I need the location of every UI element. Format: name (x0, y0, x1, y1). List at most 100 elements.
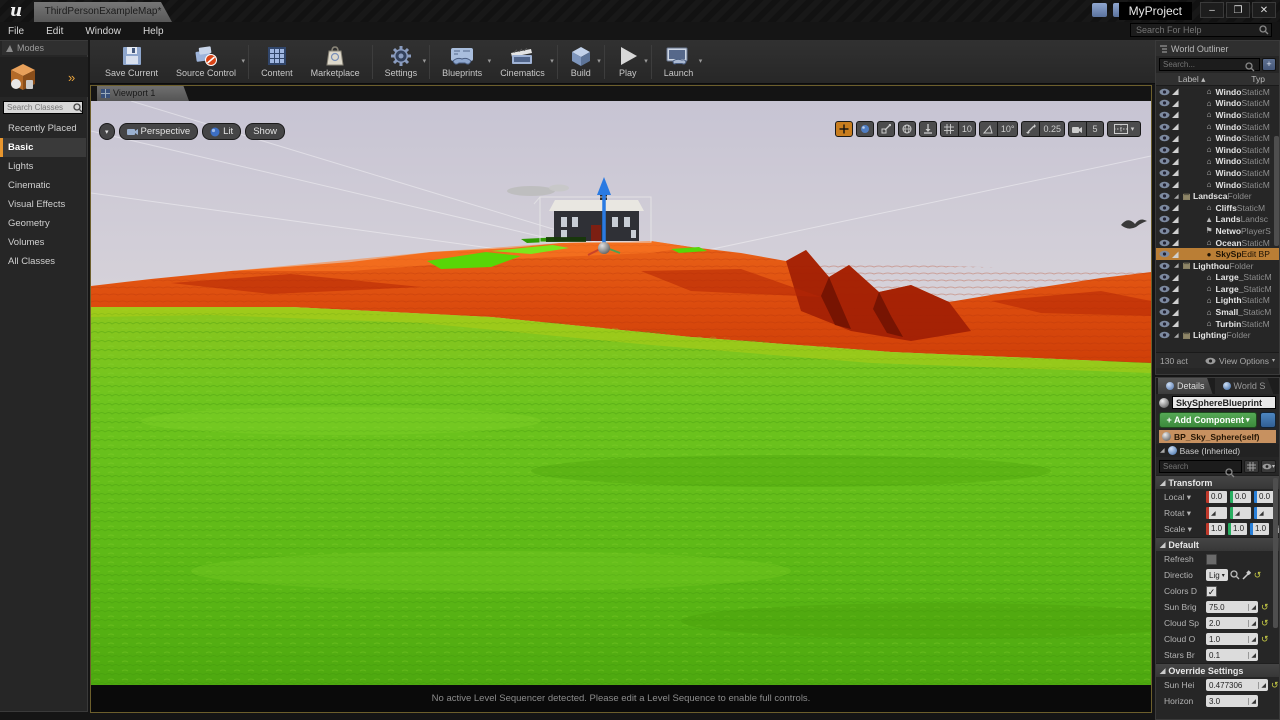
expand-arrow-icon[interactable]: ◢ (1172, 283, 1179, 294)
location-z-field[interactable]: 0.0 (1254, 491, 1275, 503)
tab-world-settings[interactable]: World S (1215, 378, 1274, 394)
visibility-eye-icon[interactable] (1159, 157, 1170, 165)
scale-snap-toggle-button[interactable] (1021, 121, 1039, 137)
visibility-eye-icon[interactable] (1159, 88, 1170, 96)
expand-arrow-icon[interactable]: ◢ (1172, 214, 1179, 225)
mode-category-item[interactable]: Recently Placed (0, 119, 86, 138)
override-settings-header[interactable]: ◢Override Settings (1156, 663, 1279, 677)
world-local-toggle-button[interactable] (898, 121, 916, 137)
visibility-eye-icon[interactable] (1159, 123, 1170, 131)
outliner-row[interactable]: ◢ ⌂ Ocean StaticM (1156, 237, 1279, 249)
scale-snap-value[interactable]: 0.25 (1039, 121, 1065, 137)
outliner-row[interactable]: ◢ ⌂ Windo StaticM (1156, 132, 1279, 144)
angle-snap-toggle-button[interactable] (979, 121, 997, 137)
reset-to-default-icon[interactable]: ↺ (1261, 602, 1269, 613)
menu-item[interactable]: Help (143, 26, 164, 37)
minimize-button[interactable]: – (1200, 2, 1224, 18)
close-button[interactable]: ✕ (1252, 2, 1276, 18)
outliner-row[interactable]: ◢ ▲ Lands Landsc (1156, 214, 1279, 226)
expand-arrow-icon[interactable]: ◢ (1172, 318, 1179, 329)
reset-to-default-icon[interactable]: ↺ (1271, 680, 1279, 691)
menu-item[interactable]: Window (85, 26, 121, 37)
outliner-row[interactable]: ◢ ⌂ Windo StaticM (1156, 109, 1279, 121)
mode-category-item[interactable]: Geometry (0, 214, 86, 233)
colors-determined-checkbox[interactable]: ✓ (1206, 586, 1217, 597)
visibility-eye-icon[interactable] (1159, 192, 1170, 200)
visibility-eye-icon[interactable] (1159, 262, 1170, 270)
launch-button[interactable]: Launch ▾ (655, 41, 703, 83)
content-button[interactable]: Content (252, 41, 302, 83)
visibility-eye-icon[interactable] (1159, 285, 1170, 293)
world-outliner-tab[interactable]: World Outliner (1156, 41, 1279, 56)
expand-arrow-icon[interactable]: ◢ (1172, 202, 1179, 213)
expand-arrow-icon[interactable]: ◢ (1172, 109, 1179, 120)
visibility-eye-icon[interactable] (1159, 215, 1170, 223)
visibility-eye-icon[interactable] (1159, 331, 1170, 339)
expand-arrow-icon[interactable]: ◢ (1172, 144, 1179, 155)
outliner-row[interactable]: ◢ ⌂ Turbin StaticM (1156, 318, 1279, 330)
visibility-eye-icon[interactable] (1159, 204, 1170, 212)
outliner-row[interactable]: ◢ ⌂ Windo StaticM (1156, 144, 1279, 156)
scale-label[interactable]: Scale ▾ (1164, 524, 1204, 535)
outliner-column-headers[interactable]: Label ▴ Typ (1156, 73, 1279, 86)
outliner-row[interactable]: ◢ ⌂ Cliffs StaticM (1156, 202, 1279, 214)
cinematics-button[interactable]: Cinematics ▾ (491, 41, 554, 83)
marketplace-button[interactable]: Marketplace (302, 41, 369, 83)
expand-arrow-icon[interactable]: ◢ (1172, 121, 1179, 132)
eyedropper-icon[interactable] (1242, 570, 1251, 580)
grid-snap-value[interactable]: 10 (958, 121, 976, 137)
component-row-base[interactable]: ◢ Base (Inherited) (1156, 444, 1279, 457)
rotation-label[interactable]: Rotat ▾ (1164, 508, 1204, 519)
location-y-field[interactable]: 0.0 (1230, 491, 1251, 503)
reset-to-default-icon[interactable]: ↺ (1254, 570, 1262, 581)
scale-y-field[interactable]: 1.0 (1228, 523, 1247, 535)
visibility-eye-icon[interactable] (1159, 227, 1170, 235)
lit-mode-button[interactable]: Lit (202, 123, 241, 140)
outliner-row[interactable]: ◢ ▤ Lighting Folder (1156, 329, 1279, 341)
scale-z-field[interactable]: 1.0 (1250, 523, 1269, 535)
expand-arrow-icon[interactable]: ◢ (1172, 167, 1179, 178)
angle-snap-value[interactable]: 10° (997, 121, 1019, 137)
camera-speed-button[interactable] (1068, 121, 1086, 137)
details-scrollbar[interactable] (1273, 478, 1278, 628)
expand-arrow-icon[interactable]: ◢ (1172, 179, 1179, 190)
visibility-eye-icon[interactable] (1159, 169, 1170, 177)
rotate-tool-button[interactable] (856, 121, 874, 137)
reset-to-default-icon[interactable]: ↺ (1261, 618, 1269, 629)
expand-arrow-icon[interactable]: ◢ (1172, 86, 1179, 97)
outliner-row[interactable]: ◢ ⌂ Windo StaticM (1156, 156, 1279, 168)
expand-arrow-icon[interactable]: ◢ (1174, 193, 1179, 200)
menu-item[interactable]: Edit (46, 26, 63, 37)
expand-arrow-icon[interactable]: ◢ (1174, 262, 1179, 269)
viewport-layout-button[interactable]: ▾ (1107, 121, 1141, 137)
visibility-eye-icon[interactable] (1159, 239, 1170, 247)
outliner-row[interactable]: ◢ ▤ Lighthou Folder (1156, 260, 1279, 272)
outliner-row[interactable]: ◢ ⌂ Large_ StaticM (1156, 272, 1279, 284)
place-mode-icon[interactable] (6, 60, 40, 94)
expand-arrow-icon[interactable]: ◢ (1172, 307, 1179, 318)
visibility-eye-icon[interactable] (1159, 308, 1170, 316)
help-search-input[interactable] (1130, 23, 1272, 37)
settings-button[interactable]: Settings ▾ (376, 41, 427, 83)
expand-arrow-icon[interactable]: ◢ (1172, 133, 1179, 144)
outliner-row[interactable]: ◢ ⚑ Netwo PlayerS (1156, 225, 1279, 237)
rotation-x-field[interactable]: ◢ (1206, 507, 1227, 519)
horizon-field[interactable]: 3.0◢ (1206, 695, 1258, 707)
outliner-row[interactable]: ◢ ⌂ Large_ StaticM (1156, 283, 1279, 295)
build-button[interactable]: Build ▾ (561, 41, 601, 83)
visibility-eye-icon[interactable] (1159, 273, 1170, 281)
actor-name-field[interactable] (1172, 396, 1276, 409)
outliner-row[interactable]: ◢ ⌂ Lighth StaticM (1156, 295, 1279, 307)
visibility-eye-icon[interactable] (1159, 181, 1170, 189)
display-filter-button[interactable]: ▾ (1261, 460, 1276, 473)
cloud-opacity-field[interactable]: 1.0◢ (1206, 633, 1258, 645)
outliner-row[interactable]: ◢ ⌂ Windo StaticM (1156, 98, 1279, 110)
grid-snap-toggle-button[interactable] (940, 121, 958, 137)
reset-to-default-icon[interactable]: ↺ (1261, 634, 1269, 645)
property-matrix-button[interactable] (1244, 460, 1259, 473)
refresh-checkbox[interactable] (1206, 554, 1217, 565)
visibility-eye-icon[interactable] (1159, 296, 1170, 304)
translate-tool-button[interactable] (835, 121, 853, 137)
edit-blueprint-button[interactable] (1260, 412, 1276, 428)
source-control-button[interactable]: Source Control ▾ (167, 41, 245, 83)
